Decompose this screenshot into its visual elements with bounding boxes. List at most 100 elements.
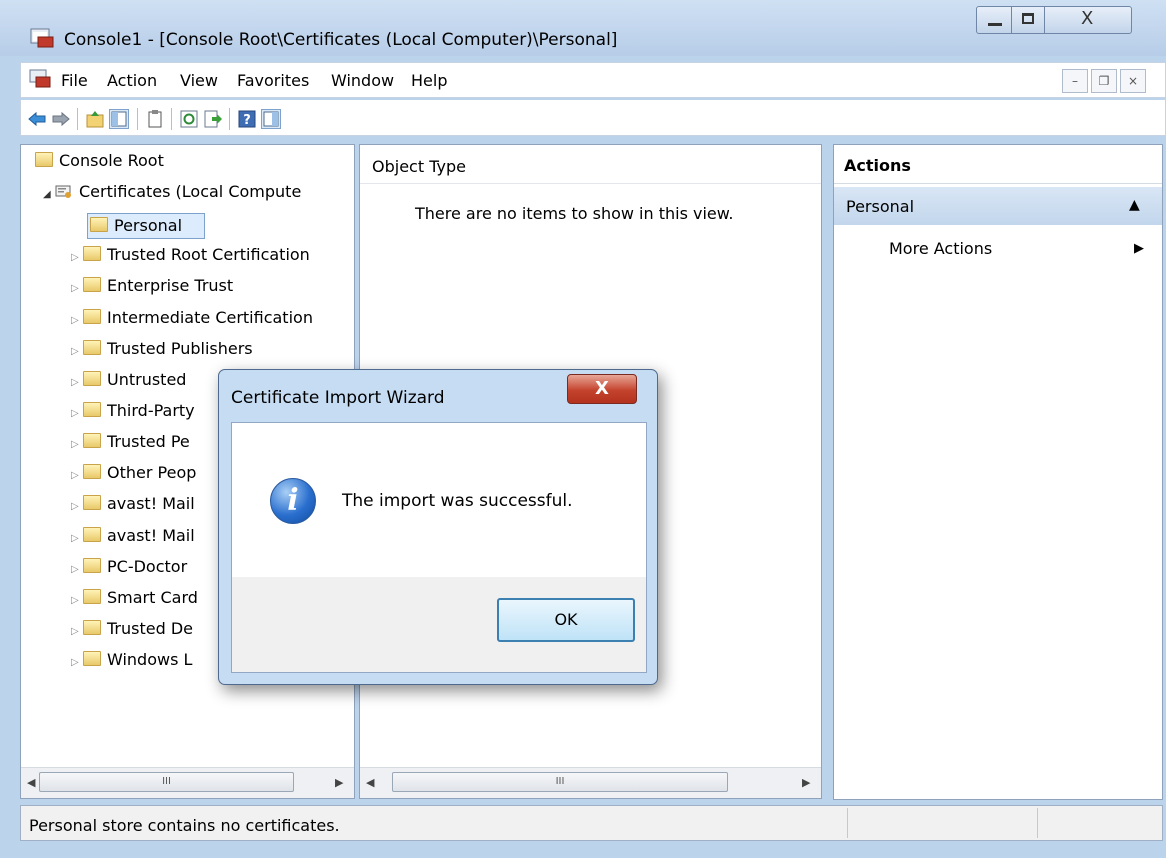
tree-item-console-root[interactable]: Console Root — [35, 151, 164, 181]
back-arrow-icon[interactable] — [27, 109, 47, 129]
forward-arrow-icon[interactable] — [51, 109, 71, 129]
actions-pane: Actions Personal ▲ More Actions ▶ — [833, 144, 1163, 800]
up-folder-icon[interactable] — [85, 109, 105, 129]
scroll-thumb[interactable]: III — [39, 772, 294, 792]
submenu-arrow-icon: ▶ — [1134, 241, 1144, 256]
mmc-console-icon — [30, 28, 54, 48]
menu-bar: File Action View Favorites Window Help –… — [20, 62, 1166, 98]
menu-action[interactable]: Action — [107, 71, 157, 90]
status-text: Personal store contains no certificates. — [29, 816, 340, 835]
tree-item-trusted-devices[interactable]: ▷ Trusted De — [71, 619, 193, 649]
close-icon: X — [1081, 8, 1094, 29]
dialog-close-button[interactable]: X — [567, 374, 637, 404]
scroll-left-icon[interactable]: ◀ — [27, 776, 35, 789]
collapsed-arrow-icon[interactable]: ▷ — [71, 564, 83, 575]
tree-item-trusted-people[interactable]: ▷ Trusted Pe — [71, 432, 190, 462]
refresh-icon[interactable] — [179, 109, 199, 129]
tree-label: Third-Party — [107, 401, 195, 420]
tree-label: Trusted Pe — [107, 432, 190, 451]
menu-favorites[interactable]: Favorites — [237, 71, 309, 90]
tree-label: avast! Mail — [107, 526, 195, 545]
folder-icon — [83, 433, 101, 448]
actions-title: Actions — [844, 156, 911, 175]
tree-item-untrusted[interactable]: ▷ Untrusted — [71, 370, 186, 400]
tree-item-avast-mail-2[interactable]: ▷ avast! Mail — [71, 526, 195, 556]
collapsed-arrow-icon[interactable]: ▷ — [71, 408, 83, 419]
minimize-icon: – — [1072, 74, 1078, 88]
collapsed-arrow-icon[interactable]: ▷ — [71, 283, 83, 294]
tree-label: Untrusted — [107, 370, 187, 389]
tree-horizontal-scrollbar[interactable]: ◀ III ▶ — [21, 767, 354, 798]
child-close-button[interactable]: × — [1120, 69, 1146, 93]
minimize-button[interactable] — [976, 6, 1012, 34]
empty-view-message: There are no items to show in this view. — [415, 204, 734, 223]
collapsed-arrow-icon[interactable]: ▷ — [71, 626, 83, 637]
svg-text:?: ? — [243, 113, 251, 128]
scroll-thumb[interactable]: III — [392, 772, 728, 792]
tree-label: avast! Mail — [107, 494, 195, 513]
show-hide-tree-icon[interactable] — [109, 109, 129, 129]
export-list-icon[interactable] — [203, 109, 223, 129]
collapsed-arrow-icon[interactable]: ▷ — [71, 377, 83, 388]
help-icon[interactable]: ? — [237, 109, 257, 129]
collapsed-arrow-icon[interactable]: ▷ — [71, 501, 83, 512]
status-divider — [1037, 808, 1038, 838]
tree-item-enterprise-trust[interactable]: ▷ Enterprise Trust — [71, 276, 233, 306]
actions-section-personal[interactable]: Personal ▲ — [834, 187, 1162, 225]
clipboard-icon[interactable] — [145, 109, 165, 129]
tree-item-trusted-root[interactable]: ▷ Trusted Root Certification — [71, 245, 310, 275]
info-icon: i — [270, 478, 316, 524]
folder-icon — [83, 558, 101, 573]
tree-item-certificates[interactable]: ◢ Certificates (Local Compute — [43, 182, 301, 212]
scroll-right-icon[interactable]: ▶ — [335, 776, 343, 789]
collapsed-arrow-icon[interactable]: ▷ — [71, 533, 83, 544]
collapsed-arrow-icon[interactable]: ▷ — [71, 252, 83, 263]
tree-item-smart-card[interactable]: ▷ Smart Card — [71, 588, 198, 618]
close-button[interactable]: X — [1044, 6, 1132, 34]
folder-icon — [83, 495, 101, 510]
tree-item-third-party[interactable]: ▷ Third-Party — [71, 401, 195, 431]
more-actions-link[interactable]: More Actions — [889, 239, 992, 258]
tree-item-intermediate[interactable]: ▷ Intermediate Certification — [71, 308, 313, 338]
minimize-icon — [988, 23, 1002, 26]
collapse-up-icon[interactable]: ▲ — [1129, 197, 1140, 213]
tree-item-windows-live[interactable]: ▷ Windows L — [71, 650, 192, 680]
folder-icon — [83, 464, 101, 479]
tree-item-pc-doctor[interactable]: ▷ PC-Doctor — [71, 557, 187, 587]
collapsed-arrow-icon[interactable]: ▷ — [71, 439, 83, 450]
expanded-arrow-icon[interactable]: ◢ — [43, 189, 55, 200]
menu-window[interactable]: Window — [331, 71, 394, 90]
collapsed-arrow-icon[interactable]: ▷ — [71, 470, 83, 481]
menu-file[interactable]: File — [61, 71, 88, 90]
folder-icon — [83, 651, 101, 666]
show-hide-action-pane-icon[interactable] — [261, 109, 281, 129]
scroll-left-icon[interactable]: ◀ — [366, 776, 374, 789]
dialog-title: Certificate Import Wizard — [231, 388, 445, 408]
column-header-object-type[interactable]: Object Type — [372, 157, 466, 176]
tree-item-other-people[interactable]: ▷ Other Peop — [71, 463, 196, 493]
collapsed-arrow-icon[interactable]: ▷ — [71, 315, 83, 326]
maximize-button[interactable] — [1011, 6, 1045, 34]
tree-item-personal[interactable]: Personal — [87, 213, 205, 239]
collapsed-arrow-icon[interactable]: ▷ — [71, 595, 83, 606]
tree-label: Enterprise Trust — [107, 276, 234, 295]
collapsed-arrow-icon[interactable]: ▷ — [71, 346, 83, 357]
child-restore-button[interactable]: ❐ — [1091, 69, 1117, 93]
ok-button[interactable]: OK — [497, 598, 635, 642]
folder-icon — [83, 309, 101, 324]
toolbar-separator — [229, 108, 230, 130]
scroll-right-icon[interactable]: ▶ — [802, 776, 810, 789]
child-minimize-button[interactable]: – — [1062, 69, 1088, 93]
tree-item-trusted-publishers[interactable]: ▷ Trusted Publishers — [71, 339, 253, 369]
tree-item-avast-mail-1[interactable]: ▷ avast! Mail — [71, 494, 195, 524]
dialog-message: The import was successful. — [342, 491, 573, 511]
close-icon: × — [1127, 74, 1139, 88]
document-system-icon[interactable] — [29, 69, 51, 89]
folder-icon — [35, 152, 53, 167]
toolbar-separator — [171, 108, 172, 130]
menu-help[interactable]: Help — [411, 71, 447, 90]
results-horizontal-scrollbar[interactable]: ◀ III ▶ — [360, 767, 821, 798]
collapsed-arrow-icon[interactable]: ▷ — [71, 657, 83, 668]
menu-view[interactable]: View — [180, 71, 218, 90]
folder-icon — [83, 620, 101, 635]
